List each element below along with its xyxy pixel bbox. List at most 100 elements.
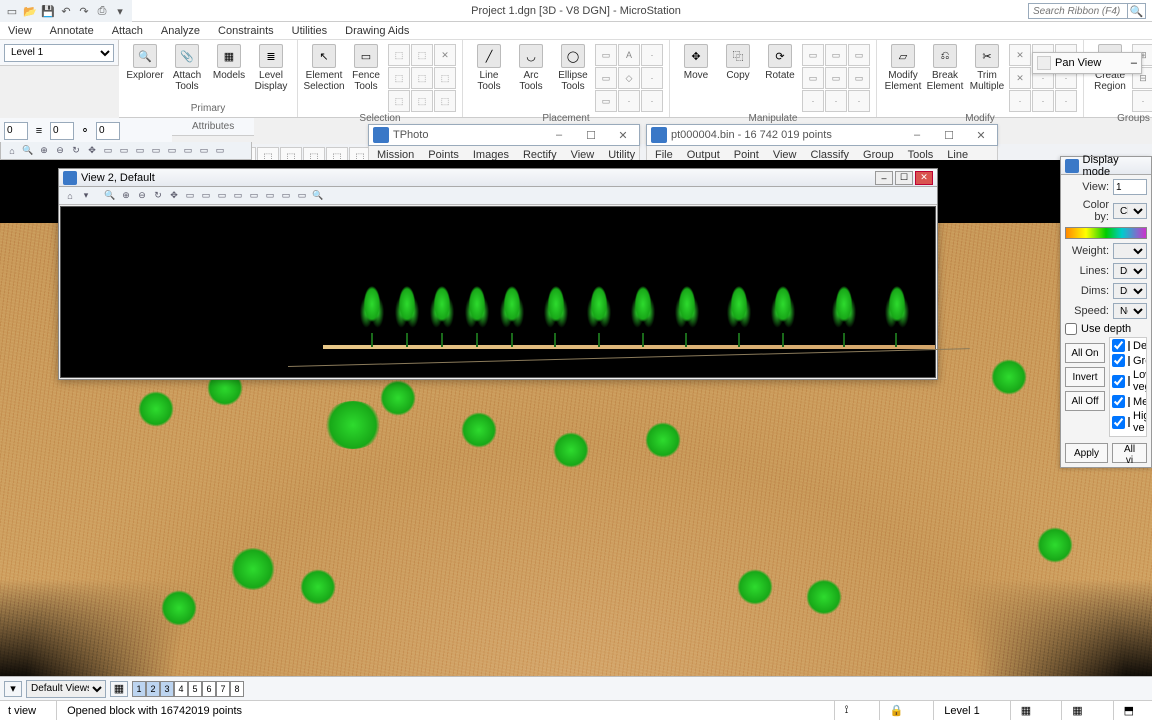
v1-icon[interactable]: ▭	[117, 144, 131, 158]
selmode-icon[interactable]: ⬚	[411, 67, 433, 89]
class-check[interactable]	[1112, 395, 1125, 408]
v1-icon[interactable]: 🔍	[21, 144, 35, 158]
attr-field-3[interactable]	[96, 122, 120, 140]
attach-tools-button[interactable]: 📎Attach Tools	[167, 44, 207, 92]
tphoto-menu-rectify[interactable]: Rectify	[523, 149, 557, 161]
mod-icon[interactable]: ✕	[1009, 67, 1031, 89]
usedepth-checkbox[interactable]	[1065, 323, 1077, 335]
status-snap-icon[interactable]: ⟟	[834, 701, 859, 720]
menu-drawing-aids[interactable]: Drawing Aids	[345, 25, 409, 37]
views-grid-icon[interactable]: ▦	[110, 681, 128, 697]
viewnum-7[interactable]: 7	[216, 681, 230, 697]
attr-field-1[interactable]	[4, 122, 28, 140]
selmode-icon[interactable]: ⬚	[411, 44, 433, 66]
place-icon[interactable]: ◇	[618, 67, 640, 89]
v1-icon[interactable]: ▭	[149, 144, 163, 158]
v1-icon[interactable]: ▭	[197, 144, 211, 158]
ptfile-titlebar[interactable]: pt000004.bin - 16 742 019 points – ☐ ✕	[646, 124, 998, 146]
pan-view-drop-icon[interactable]: –	[1131, 57, 1137, 69]
section-titlebar[interactable]: View 2, Default – ☐ ✕	[59, 169, 937, 187]
menu-attach[interactable]: Attach	[112, 25, 143, 37]
manip-icon[interactable]: ·	[802, 90, 824, 112]
v1-icon[interactable]: ▭	[213, 144, 227, 158]
ptfile-menu-output[interactable]: Output	[687, 149, 720, 161]
sv-icon[interactable]: 🔍	[311, 189, 325, 203]
class-check[interactable]	[1112, 375, 1125, 388]
class-check[interactable]	[1112, 436, 1125, 437]
sv-icon[interactable]: ▾	[79, 189, 93, 203]
sv-icon[interactable]: ⊕	[119, 189, 133, 203]
selmode-icon[interactable]: ⬚	[434, 67, 456, 89]
explorer-button[interactable]: 🔍Explorer	[125, 44, 165, 81]
class-check[interactable]	[1112, 354, 1125, 367]
mod-icon[interactable]: ·	[1032, 90, 1054, 112]
qat-undo-icon[interactable]: ↶	[58, 3, 74, 19]
selmode-icon[interactable]: ⬚	[388, 67, 410, 89]
qat-more-icon[interactable]: ▾	[112, 3, 128, 19]
viewnum-6[interactable]: 6	[202, 681, 216, 697]
sv-icon[interactable]: ▭	[231, 189, 245, 203]
move-button[interactable]: ✥Move	[676, 44, 716, 81]
qat-save-icon[interactable]: 💾	[40, 3, 56, 19]
ptfile-menu-classify[interactable]: Classify	[811, 149, 850, 161]
status-lock-icon[interactable]: 🔒	[879, 701, 914, 720]
copy-button[interactable]: ⿻Copy	[718, 44, 758, 81]
section-canvas[interactable]	[60, 206, 936, 378]
manip-icon[interactable]: ▭	[802, 44, 824, 66]
close-icon[interactable]: ✕	[965, 125, 997, 145]
apply-button[interactable]: Apply	[1065, 443, 1108, 463]
tphoto-menu-images[interactable]: Images	[473, 149, 509, 161]
maximize-icon[interactable]: ☐	[575, 125, 607, 145]
arc-tools-button[interactable]: ◡Arc Tools	[511, 44, 551, 92]
bottom-drop-icon[interactable]: ▾	[4, 681, 22, 697]
menu-view[interactable]: View	[8, 25, 32, 37]
v1-icon[interactable]: ▭	[181, 144, 195, 158]
alloff-button[interactable]: All Off	[1065, 391, 1105, 411]
viewnum-5[interactable]: 5	[188, 681, 202, 697]
place-icon[interactable]: ·	[641, 44, 663, 66]
v1-icon[interactable]: ▭	[101, 144, 115, 158]
models-button[interactable]: ▦Models	[209, 44, 249, 81]
v1-icon[interactable]: ✥	[85, 144, 99, 158]
close-icon[interactable]: ✕	[607, 125, 639, 145]
sv-icon[interactable]: ⌂	[63, 189, 77, 203]
speed-select[interactable]: Normal	[1113, 303, 1147, 319]
tphoto-titlebar[interactable]: TPhoto – ☐ ✕	[368, 124, 640, 146]
class-check[interactable]	[1112, 339, 1125, 352]
display-mode-panel[interactable]: Display mode View: Color by:Class Weight…	[1060, 156, 1152, 468]
grp-icon[interactable]: ·	[1132, 90, 1152, 112]
v1-icon[interactable]: ▭	[165, 144, 179, 158]
manip-icon[interactable]: ·	[848, 90, 870, 112]
place-icon[interactable]: ·	[641, 90, 663, 112]
manip-icon[interactable]: ▭	[825, 67, 847, 89]
v1-icon[interactable]: ⌂	[5, 144, 19, 158]
selmode-icon[interactable]: ⬚	[388, 90, 410, 112]
views-select[interactable]: Default Views	[26, 680, 106, 698]
manip-icon[interactable]: ▭	[825, 44, 847, 66]
sv-icon[interactable]: ↻	[151, 189, 165, 203]
v1-icon[interactable]: ⊖	[53, 144, 67, 158]
qat-new-icon[interactable]: ▭	[4, 3, 20, 19]
status-level[interactable]: Level 1	[933, 701, 989, 720]
menu-constraints[interactable]: Constraints	[218, 25, 274, 37]
element-selection-button[interactable]: ↖Element Selection	[304, 44, 344, 92]
maximize-icon[interactable]: ☐	[895, 171, 913, 185]
place-icon[interactable]: ▭	[595, 90, 617, 112]
ptfile-menu-file[interactable]: File	[655, 149, 673, 161]
place-icon[interactable]: ▭	[595, 67, 617, 89]
close-icon[interactable]: ✕	[915, 171, 933, 185]
ptfile-menu-tools[interactable]: Tools	[908, 149, 934, 161]
ellipse-tools-button[interactable]: ◯Ellipse Tools	[553, 44, 593, 92]
status-end-icon[interactable]: ⬒	[1113, 701, 1144, 720]
level-select[interactable]: Level 1	[4, 44, 114, 62]
mod-icon[interactable]: ·	[1009, 90, 1031, 112]
selmode-icon[interactable]: ✕	[434, 44, 456, 66]
place-icon[interactable]: ·	[641, 67, 663, 89]
sv-icon[interactable]: ✥	[167, 189, 181, 203]
tphoto-menu-utility[interactable]: Utility	[608, 149, 635, 161]
menu-utilities[interactable]: Utilities	[292, 25, 327, 37]
v1-icon[interactable]: ▭	[133, 144, 147, 158]
mod-icon[interactable]: ·	[1055, 90, 1077, 112]
sv-icon[interactable]: ▭	[247, 189, 261, 203]
status-more-icon[interactable]: ▦	[1061, 701, 1092, 720]
